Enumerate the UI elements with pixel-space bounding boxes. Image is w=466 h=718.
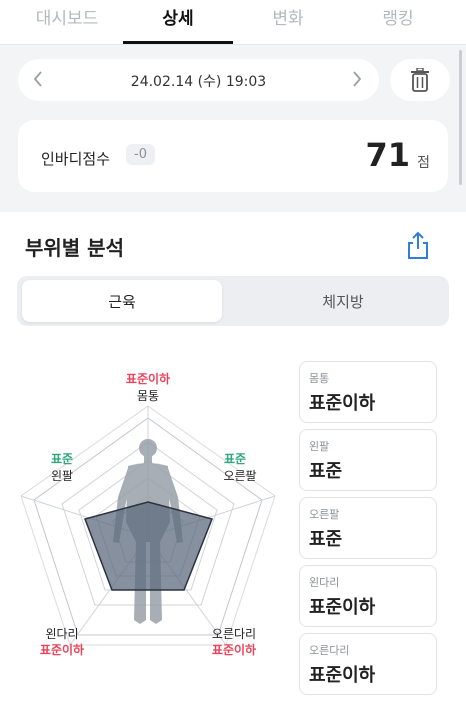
radar-right-arm-status: 표준 <box>224 452 246 466</box>
inbody-score-card: 인바디점수 -0 71 점 <box>18 120 448 192</box>
score-unit: 점 <box>417 155 430 171</box>
status-card-value: 표준이하 <box>309 393 376 414</box>
status-card-right-arm[interactable]: 오른팔 표준 <box>299 497 437 559</box>
radar-muscle-area <box>84 501 214 591</box>
delete-button[interactable] <box>390 59 450 101</box>
segment-muscle[interactable]: 근육 <box>22 280 222 322</box>
trash-icon <box>411 68 429 92</box>
segment-body-fat[interactable]: 체지방 <box>243 280 443 322</box>
status-card-part: 오른팔 <box>309 508 340 521</box>
radar-trunk-label: 몸통 <box>137 389 159 403</box>
muscle-fat-toggle: 근육 체지방 <box>17 276 449 326</box>
chevron-right-icon[interactable] <box>351 68 363 95</box>
scrollbar[interactable] <box>459 50 462 185</box>
score-label: 인바디점수 <box>41 150 111 168</box>
tab-ranking[interactable]: 랭킹 <box>343 4 453 29</box>
score-value: 71 <box>365 136 410 174</box>
segment-analysis-section: 부위별 분석 근육 체지방 표준이하 몸통 표준 왼팔 표준 오른팔 왼다리 표… <box>0 212 466 718</box>
date-selector: 24.02.14 (수) 19:03 <box>18 59 379 101</box>
status-card-part: 왼다리 <box>309 576 340 589</box>
radar-trunk-status: 표준이하 <box>126 371 170 386</box>
tab-dashboard[interactable]: 대시보드 <box>12 4 122 29</box>
date-label: 24.02.14 (수) 19:03 <box>130 74 267 90</box>
status-card-part: 왼팔 <box>309 440 330 453</box>
status-card-value: 표준이하 <box>309 597 376 618</box>
tab-change[interactable]: 변화 <box>233 4 343 29</box>
score-delta-badge: -0 <box>126 144 155 165</box>
radar-left-arm-label: 왼팔 <box>51 469 73 483</box>
share-icon[interactable] <box>405 230 431 260</box>
radar-left-leg-label: 왼다리 <box>45 627 78 641</box>
active-tab-indicator <box>123 41 233 44</box>
status-card-left-leg[interactable]: 왼다리 표준이하 <box>299 565 437 627</box>
status-card-value: 표준 <box>309 529 343 550</box>
radar-left-leg-status: 표준이하 <box>40 642 84 657</box>
status-card-left-arm[interactable]: 왼팔 표준 <box>299 429 437 491</box>
status-card-value: 표준 <box>309 461 343 482</box>
radar-right-leg-label: 오른다리 <box>212 627 256 641</box>
status-card-right-leg[interactable]: 오른다리 표준이하 <box>299 633 437 695</box>
status-card-trunk[interactable]: 몸통 표준이하 <box>299 361 437 423</box>
status-card-part: 몸통 <box>309 372 330 385</box>
section-title: 부위별 분석 <box>25 236 124 260</box>
radar-right-arm-label: 오른팔 <box>223 469 256 483</box>
radar-chart: 표준이하 몸통 표준 왼팔 표준 오른팔 왼다리 표준이하 오른다리 표준이하 <box>20 371 276 657</box>
status-card-value: 표준이하 <box>309 665 376 686</box>
radar-left-arm-status: 표준 <box>51 452 73 466</box>
status-card-part: 오른다리 <box>309 644 350 657</box>
tab-detail[interactable]: 상세 <box>123 4 233 29</box>
top-tab-bar: 대시보드 상세 변화 랭킹 <box>0 0 466 45</box>
radar-right-leg-status: 표준이하 <box>212 642 256 657</box>
